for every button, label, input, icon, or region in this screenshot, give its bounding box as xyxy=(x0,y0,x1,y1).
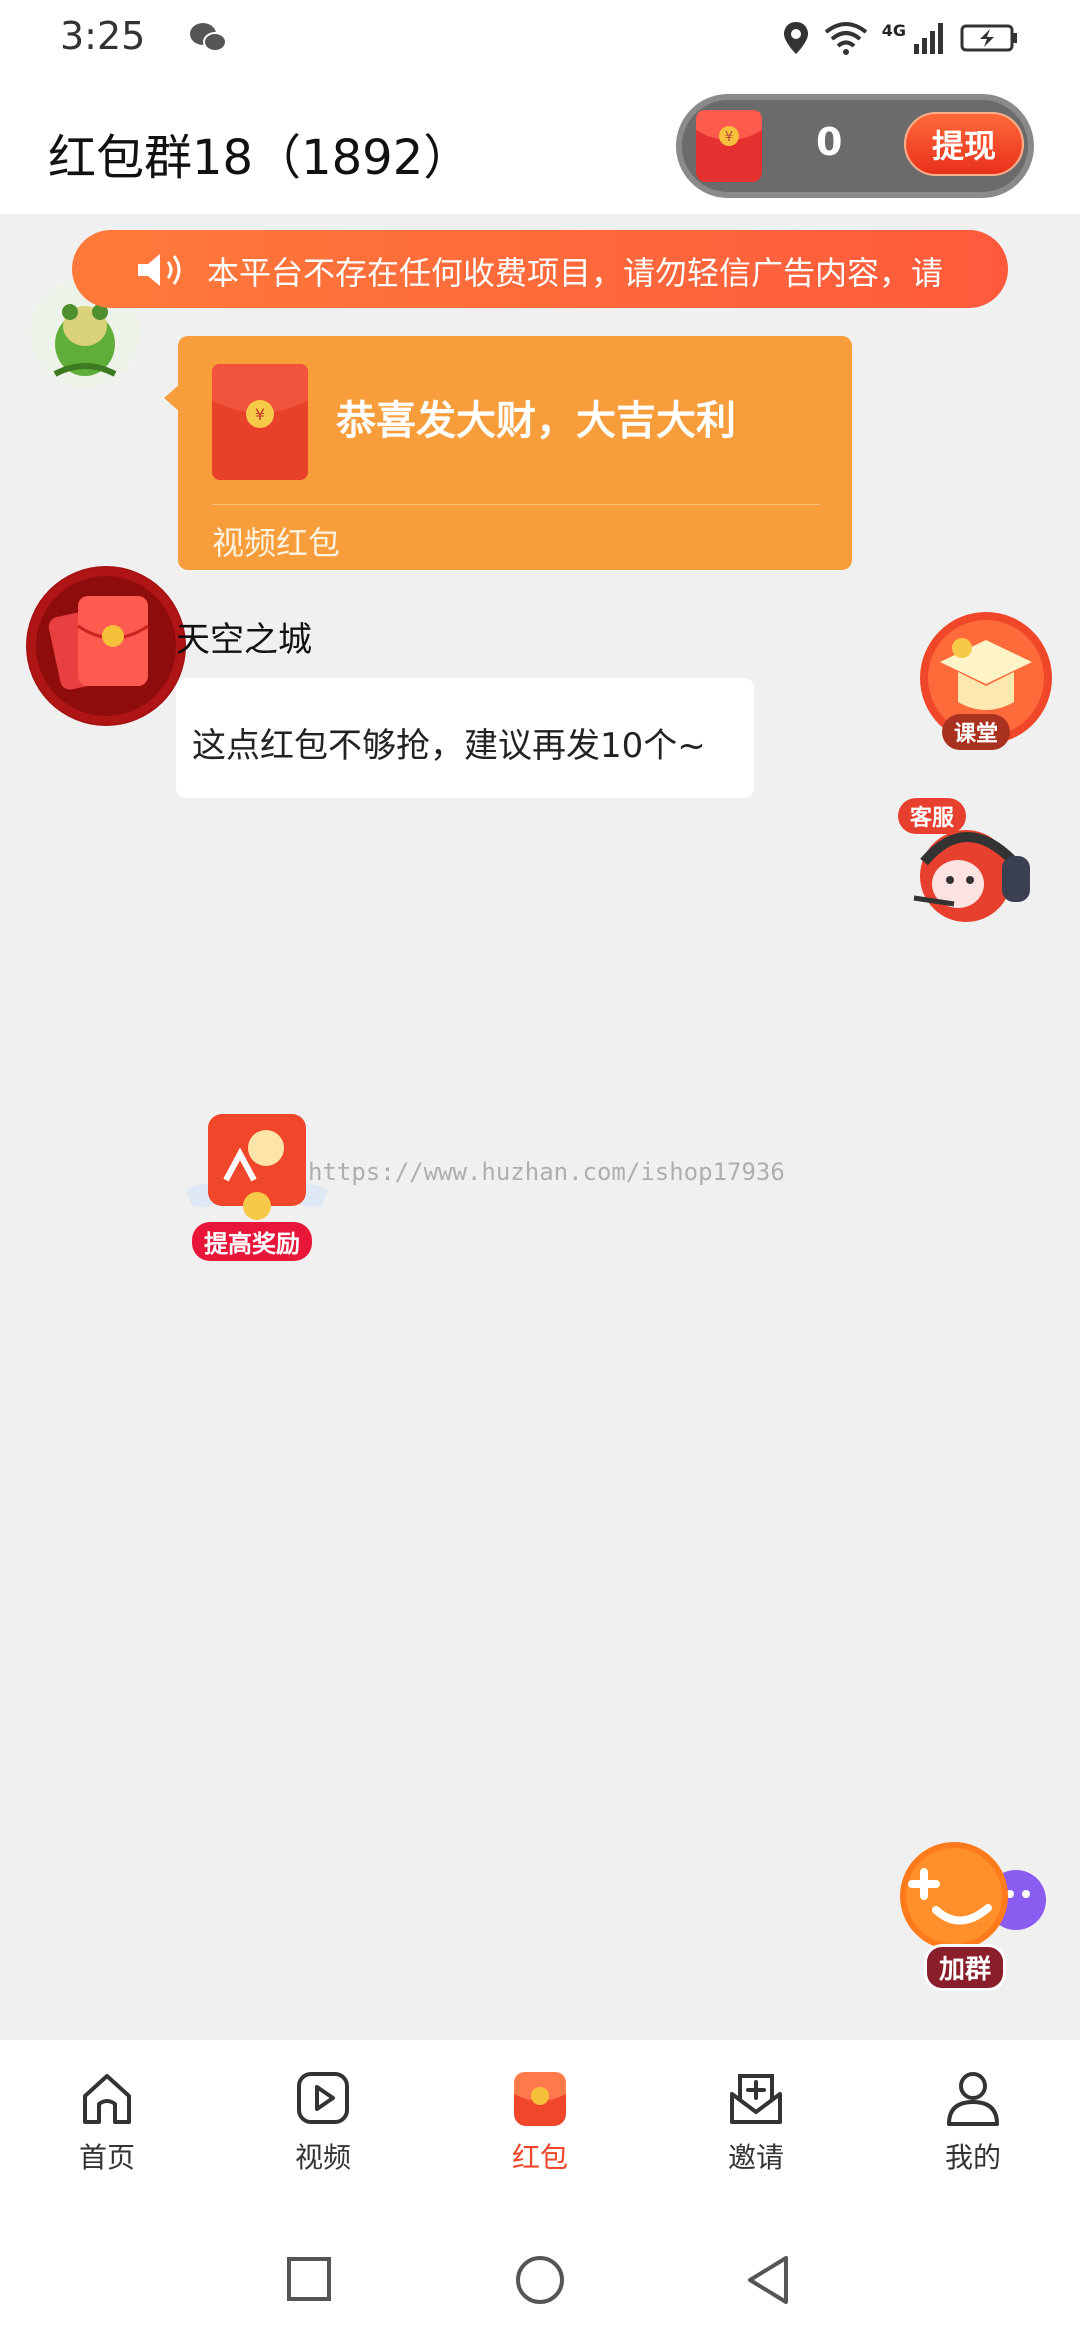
profile-icon xyxy=(947,2072,999,2126)
tab-label: 首页 xyxy=(78,2141,135,2174)
tab-home[interactable]: 首页 xyxy=(42,2068,172,2176)
status-bar: 3:25 4G xyxy=(0,0,1080,80)
status-icons: 4G xyxy=(782,16,1020,60)
network-type: 4G xyxy=(881,20,906,40)
speaker-icon xyxy=(138,254,181,286)
home-nav-icon[interactable] xyxy=(514,2254,566,2306)
status-time: 3:25 xyxy=(60,14,146,58)
page-title: 红包群18（1892） xyxy=(48,130,472,186)
withdraw-button[interactable]: 提现 xyxy=(904,112,1024,176)
watermark-text: https://www.huzhan.com/ishop17936 xyxy=(308,1158,785,1186)
app-header: 红包群18（1892） ¥ 0 提现 xyxy=(0,80,1080,214)
recent-apps-icon[interactable] xyxy=(286,2256,332,2302)
red-packet-icon xyxy=(514,2072,566,2126)
back-icon[interactable] xyxy=(744,2254,792,2306)
video-icon xyxy=(297,2072,349,2124)
tab-label: 红包 xyxy=(511,2141,568,2174)
wallet-pill[interactable]: ¥ 0 提现 xyxy=(676,94,1034,198)
tab-profile[interactable]: 我的 xyxy=(908,2068,1038,2176)
customer-service-label: 客服 xyxy=(898,798,967,834)
system-navigation-bar xyxy=(0,2220,1080,2340)
tab-invite[interactable]: 邀请 xyxy=(691,2068,821,2176)
red-packet-type: 视频红包 xyxy=(212,524,341,562)
sender-avatar[interactable] xyxy=(26,566,186,726)
join-group-float-button[interactable]: 加群 xyxy=(898,1836,1058,1996)
red-packet-avatar-icon xyxy=(28,568,184,724)
notice-bar[interactable]: 本平台不存在任何收费项目，请勿轻信广告内容，请 xyxy=(72,230,1008,308)
notice-text: 本平台不存在任何收费项目，请勿轻信广告内容，请 xyxy=(207,254,944,292)
classroom-label: 课堂 xyxy=(942,714,1011,750)
message-text: 这点红包不够抢，建议再发10个~ xyxy=(192,726,706,766)
invite-icon xyxy=(730,2074,782,2124)
wifi-icon xyxy=(824,22,867,55)
tab-label: 邀请 xyxy=(727,2141,784,2174)
signal-icon xyxy=(914,23,943,54)
bottom-tab-bar: 首页 视频 红包 邀请 我的 xyxy=(0,2040,1080,2220)
text-message[interactable]: 这点红包不够抢，建议再发10个~ xyxy=(176,678,754,798)
join-group-label: 加群 xyxy=(924,1944,1007,1991)
red-packet-icon: ¥ xyxy=(696,110,762,182)
red-packet-message[interactable]: ¥ 恭喜发大财，大吉大利 视频红包 xyxy=(178,336,852,570)
red-packet-icon: ¥ xyxy=(212,364,308,480)
divider xyxy=(212,504,820,505)
svg-text:¥: ¥ xyxy=(725,130,733,145)
classroom-float-button[interactable]: 课堂 xyxy=(918,610,1054,750)
red-packet-title: 恭喜发大财，大吉大利 xyxy=(336,398,736,444)
tab-red-packet[interactable]: 红包 xyxy=(475,2068,605,2176)
wechat-icon xyxy=(190,23,227,52)
location-icon xyxy=(783,22,808,54)
tab-video[interactable]: 视频 xyxy=(258,2068,388,2176)
wallet-balance: 0 xyxy=(816,120,843,164)
home-icon xyxy=(83,2074,131,2124)
tab-label: 我的 xyxy=(944,2141,1001,2174)
boost-reward-label: 提高奖励 xyxy=(192,1222,312,1261)
tab-label: 视频 xyxy=(294,2141,351,2174)
battery-icon xyxy=(960,24,1017,52)
svg-text:¥: ¥ xyxy=(255,405,265,424)
customer-service-float-button[interactable]: 客服 xyxy=(894,792,1044,932)
sender-name: 天空之城 xyxy=(176,620,312,660)
